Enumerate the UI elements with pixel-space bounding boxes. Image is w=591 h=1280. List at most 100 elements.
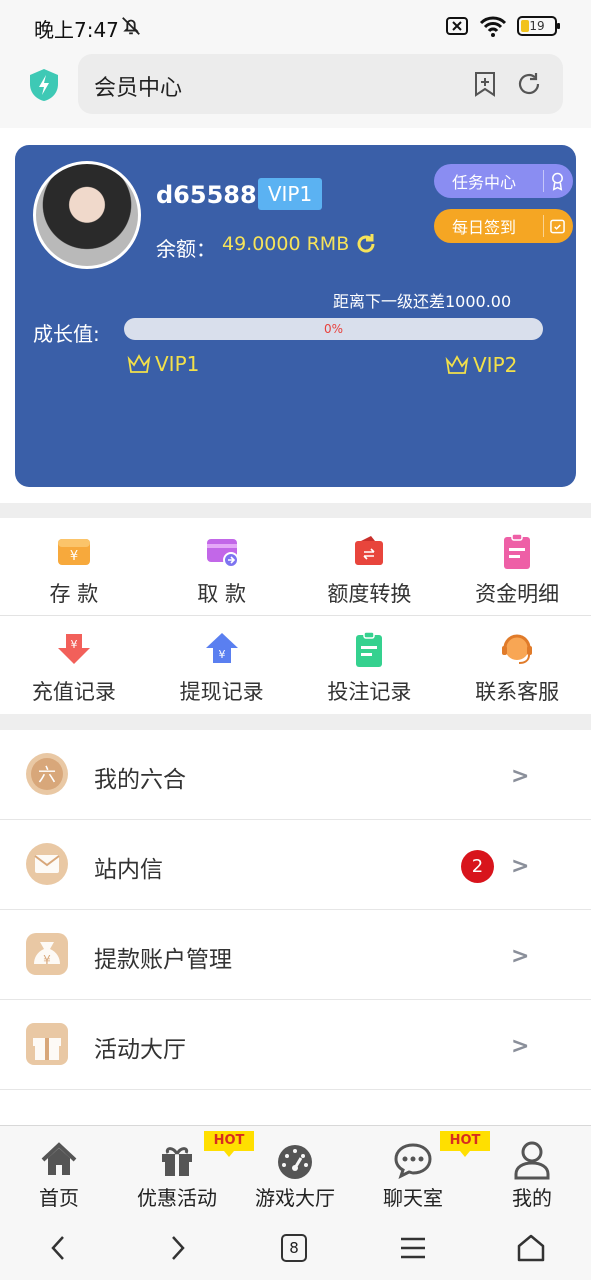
withdraw-record-label: 提现记录 [179,680,264,704]
daily-signin-label: 每日签到 [452,218,517,237]
next-level-label: VIP2 [473,353,518,377]
gift-icon [162,1147,192,1176]
tab-mine[interactable]: 我的 [473,1126,591,1216]
menu-item-inbox[interactable]: 站内信 2 > [0,820,591,910]
chevron-right-icon: > [511,764,530,789]
withdraw-record-icon: ¥ [205,633,238,663]
liuhe-icon: 六 [26,753,68,795]
menu-item-activity-hall[interactable]: 活动大厅 > [0,1000,591,1090]
medal-icon [543,170,565,192]
shield-icon[interactable] [28,68,60,102]
refresh-balance-icon[interactable] [355,233,377,255]
mail-icon [26,843,68,885]
funds-detail-button[interactable]: 资金明细 [443,518,591,614]
tab-label: 优惠活动 [137,1186,217,1210]
menu-button[interactable] [396,1231,430,1265]
tabs-count: 8 [281,1234,307,1262]
tabs-button[interactable]: 8 [277,1231,311,1265]
balance-value: 49.0000 RMB [222,233,350,255]
svg-text:¥: ¥ [70,549,78,564]
menu-icon [401,1237,425,1259]
chevron-left-icon [51,1236,64,1260]
vip-badge: VIP1 [258,178,322,210]
current-level: VIP1 [127,352,199,376]
menu-item-my-liuhe[interactable]: 六 我的六合 > [0,730,591,820]
home-outline-icon [517,1234,545,1262]
support-button[interactable]: 联系客服 [443,616,591,712]
back-button[interactable] [41,1231,75,1265]
withdraw-button[interactable]: 取 款 [148,518,296,614]
next-level: VIP2 [445,353,517,377]
task-center-button[interactable]: 任务中心 [434,164,573,198]
transfer-icon [355,536,384,565]
menu-label: 活动大厅 [94,1037,186,1063]
status-time: 晚上7:47 [34,18,119,42]
chevron-right-icon [172,1236,185,1260]
transfer-button[interactable]: 额度转换 [296,518,444,614]
next-level-text: 距离下一级还差1000.00 [333,292,512,311]
action-grid-row-2: ¥ 充值记录 ¥ 提现记录 投注记录 联系客服 [0,616,591,712]
member-card: d65588 VIP1 余额： 49.0000 RMB 任务中心 每日签到 距离… [15,145,576,487]
withdraw-record-button[interactable]: ¥ 提现记录 [148,616,296,712]
bet-record-button[interactable]: 投注记录 [296,616,444,712]
bell-off-icon [122,17,140,35]
url-field[interactable]: 会员中心 [78,54,563,114]
crown-icon [445,355,469,374]
home-button[interactable] [514,1231,548,1265]
section-divider [0,714,591,730]
dashboard-icon [278,1145,312,1179]
withdraw-icon [206,539,239,568]
svg-text:¥: ¥ [43,953,51,967]
withdraw-label: 取 款 [197,582,246,606]
menu-item-withdraw-account[interactable]: ¥ 提款账户管理 > [0,910,591,1000]
funds-detail-label: 资金明细 [475,582,560,606]
unread-badge: 2 [461,850,494,883]
svg-text:¥: ¥ [70,638,77,651]
section-divider [0,503,591,518]
bet-record-icon [356,631,383,667]
chevron-right-icon: > [511,944,530,969]
bet-record-label: 投注记录 [327,680,412,704]
recharge-record-button[interactable]: ¥ 充值记录 [0,616,148,712]
battery-level: 19 [529,19,545,33]
task-center-label: 任务中心 [452,173,517,192]
crown-icon [127,354,151,373]
tab-label: 我的 [512,1186,552,1210]
money-bag-icon: ¥ [26,933,68,975]
deposit-icon: ¥ [57,539,90,565]
tab-game-hall[interactable]: 游戏大厅 [236,1126,354,1216]
menu-label: 提款账户管理 [94,947,232,973]
svg-text:六: 六 [38,765,56,786]
calendar-check-icon [543,215,565,237]
deposit-button[interactable]: ¥ 存 款 [0,518,148,614]
system-nav-bar: 8 [0,1215,591,1280]
sim-off-icon [446,17,468,35]
chevron-right-icon: > [511,1034,530,1059]
tab-home[interactable]: 首页 [0,1126,118,1216]
user-icon [514,1141,550,1180]
status-bar: 晚上7:47 19 [0,0,591,54]
avatar[interactable] [33,161,141,269]
tab-label: 首页 [39,1186,79,1210]
bookmark-add-icon[interactable] [472,71,498,97]
gift-box-icon [26,1023,68,1065]
action-grid-row-1: ¥ 存 款 取 款 额度转换 资金明细 [0,518,591,614]
growth-label: 成长值: [33,322,100,346]
growth-progress-text: 0% [323,322,344,336]
funds-detail-icon [504,533,531,569]
support-icon [502,634,533,664]
reload-icon[interactable] [516,71,542,97]
growth-progress-bar: 0% [124,318,543,340]
daily-signin-button[interactable]: 每日签到 [434,209,573,243]
recharge-record-label: 充值记录 [31,680,116,704]
chat-icon [394,1143,432,1179]
transfer-label: 额度转换 [327,582,412,606]
svg-text:¥: ¥ [218,648,225,661]
bottom-tab-bar: 首页 优惠活动 HOT 游戏大厅 聊天室 HOT 我的 [0,1125,591,1215]
recharge-record-icon: ¥ [57,634,90,664]
battery-icon: 19 [517,16,560,36]
tab-label: 聊天室 [383,1186,443,1210]
browser-address-bar: 会员中心 [0,54,591,128]
home-icon [41,1142,77,1175]
forward-button[interactable] [161,1231,195,1265]
